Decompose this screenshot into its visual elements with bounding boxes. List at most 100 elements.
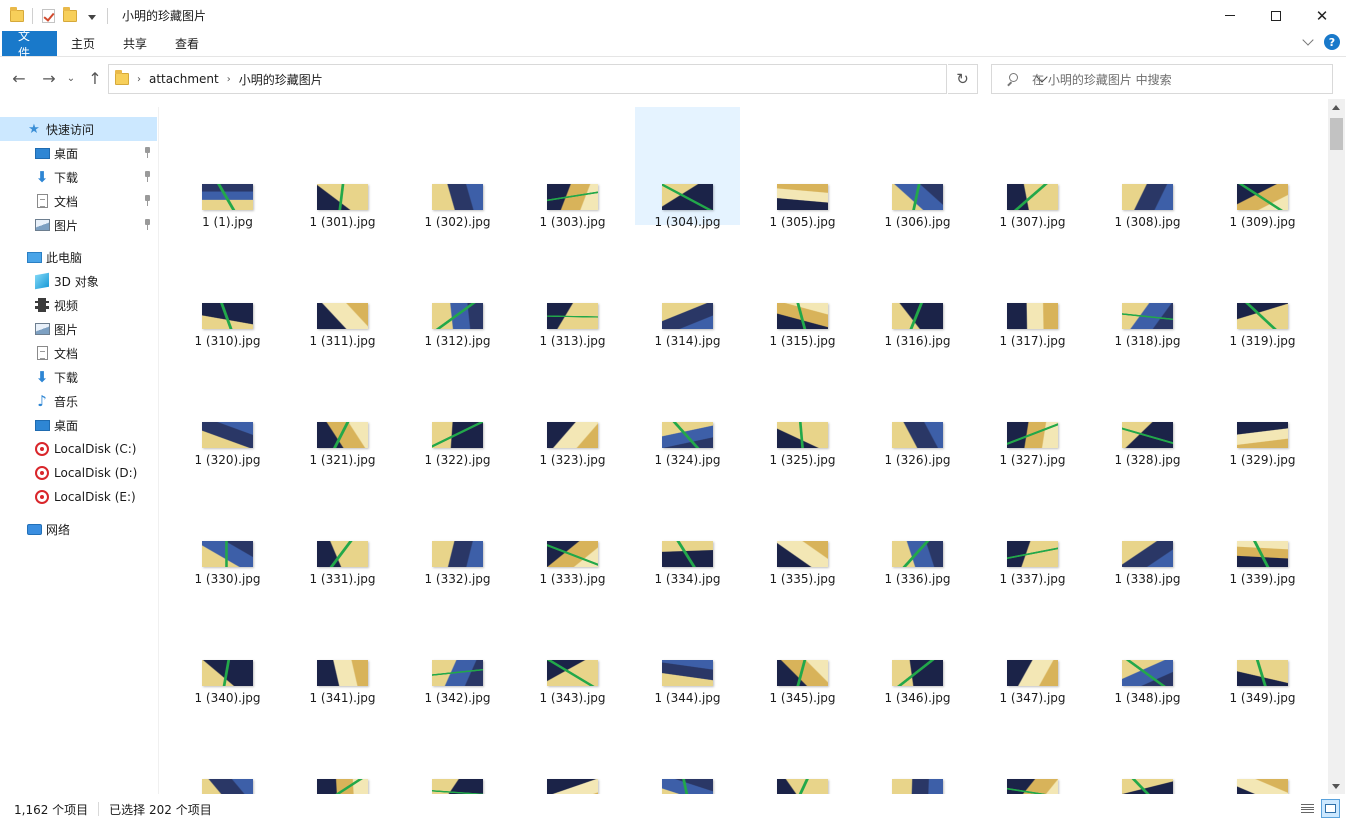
- pin-icon[interactable]: [143, 195, 153, 207]
- nav-disk-c[interactable]: LocalDisk (C:): [0, 437, 157, 461]
- file-item[interactable]: 1 (310).jpg: [175, 226, 280, 348]
- file-item[interactable]: 1 (328).jpg: [1095, 345, 1200, 467]
- scroll-down-icon[interactable]: [1332, 784, 1340, 789]
- minimize-button[interactable]: [1207, 0, 1253, 31]
- file-item[interactable]: 1 (312).jpg: [405, 226, 510, 348]
- file-item[interactable]: 1 (305).jpg: [750, 107, 855, 229]
- file-item[interactable]: 1 (349).jpg: [1210, 583, 1315, 705]
- close-button[interactable]: ✕: [1299, 0, 1345, 31]
- file-item[interactable]: [405, 702, 510, 794]
- file-item[interactable]: 1 (327).jpg: [980, 345, 1085, 467]
- nav-pinned-pictures[interactable]: 图片: [0, 213, 157, 237]
- file-item[interactable]: 1 (341).jpg: [290, 583, 395, 705]
- nav-videos[interactable]: 视频: [0, 293, 157, 317]
- file-item[interactable]: 1 (346).jpg: [865, 583, 970, 705]
- file-item[interactable]: 1 (320).jpg: [175, 345, 280, 467]
- file-item[interactable]: 1 (318).jpg: [1095, 226, 1200, 348]
- nav-pinned-documents[interactable]: 文档: [0, 189, 157, 213]
- file-item[interactable]: 1 (313).jpg: [520, 226, 625, 348]
- file-item[interactable]: [290, 702, 395, 794]
- file-item[interactable]: 1 (336).jpg: [865, 464, 970, 586]
- help-icon[interactable]: ?: [1324, 34, 1340, 50]
- file-item[interactable]: 1 (301).jpg: [290, 107, 395, 229]
- file-item[interactable]: 1 (302).jpg: [405, 107, 510, 229]
- file-item[interactable]: 1 (304).jpg: [635, 107, 740, 229]
- file-item[interactable]: 1 (331).jpg: [290, 464, 395, 586]
- details-view-icon[interactable]: [1299, 800, 1316, 817]
- back-button[interactable]: ←: [8, 67, 30, 89]
- vertical-scrollbar[interactable]: [1328, 99, 1345, 794]
- file-item[interactable]: 1 (1).jpg: [175, 107, 280, 229]
- file-item[interactable]: 1 (339).jpg: [1210, 464, 1315, 586]
- file-item[interactable]: [1210, 702, 1315, 794]
- large-icons-view-icon[interactable]: [1321, 799, 1340, 818]
- nav-quick-access[interactable]: ★ 快速访问: [0, 117, 157, 141]
- expand-ribbon-button[interactable]: [1300, 34, 1316, 50]
- nav-3d-objects[interactable]: 3D 对象: [0, 269, 157, 293]
- up-button[interactable]: ↑: [84, 67, 106, 89]
- file-item[interactable]: 1 (316).jpg: [865, 226, 970, 348]
- file-item[interactable]: 1 (344).jpg: [635, 583, 740, 705]
- nav-disk-e[interactable]: LocalDisk (E:): [0, 485, 157, 509]
- file-item[interactable]: 1 (309).jpg: [1210, 107, 1315, 229]
- folder-icon[interactable]: [8, 6, 26, 25]
- nav-music[interactable]: ♪ 音乐: [0, 389, 157, 413]
- file-item[interactable]: 1 (306).jpg: [865, 107, 970, 229]
- file-item[interactable]: 1 (307).jpg: [980, 107, 1085, 229]
- nav-downloads[interactable]: ⬇ 下载: [0, 365, 157, 389]
- tab-home[interactable]: 主页: [57, 31, 109, 56]
- properties-check-icon[interactable]: [39, 7, 57, 25]
- file-item[interactable]: 1 (332).jpg: [405, 464, 510, 586]
- file-item[interactable]: 1 (342).jpg: [405, 583, 510, 705]
- new-folder-icon[interactable]: [61, 6, 79, 25]
- file-item[interactable]: 1 (333).jpg: [520, 464, 625, 586]
- file-item[interactable]: 1 (347).jpg: [980, 583, 1085, 705]
- chevron-right-icon[interactable]: ›: [137, 74, 141, 85]
- tab-file[interactable]: 文件: [2, 29, 57, 60]
- nav-desktop[interactable]: 桌面: [0, 413, 157, 437]
- nav-pictures[interactable]: 图片: [0, 317, 157, 341]
- pin-icon[interactable]: [143, 219, 153, 231]
- file-item[interactable]: 1 (322).jpg: [405, 345, 510, 467]
- file-item[interactable]: 1 (345).jpg: [750, 583, 855, 705]
- file-item[interactable]: [520, 702, 625, 794]
- file-item[interactable]: 1 (317).jpg: [980, 226, 1085, 348]
- maximize-button[interactable]: [1253, 0, 1299, 31]
- forward-button[interactable]: →: [38, 67, 60, 89]
- file-item[interactable]: 1 (324).jpg: [635, 345, 740, 467]
- nav-pinned-desktop[interactable]: 桌面: [0, 141, 157, 165]
- file-item[interactable]: 1 (303).jpg: [520, 107, 625, 229]
- search-input[interactable]: 在 小明的珍藏图片 中搜索: [991, 64, 1333, 94]
- file-item[interactable]: 1 (319).jpg: [1210, 226, 1315, 348]
- nav-disk-d[interactable]: LocalDisk (D:): [0, 461, 157, 485]
- recent-locations-button[interactable]: ⌄: [64, 67, 78, 89]
- tab-view[interactable]: 查看: [161, 31, 213, 56]
- file-item[interactable]: 1 (329).jpg: [1210, 345, 1315, 467]
- file-item[interactable]: 1 (343).jpg: [520, 583, 625, 705]
- file-item[interactable]: 1 (308).jpg: [1095, 107, 1200, 229]
- pin-icon[interactable]: [143, 147, 153, 159]
- nav-this-pc[interactable]: 此电脑: [0, 245, 157, 269]
- tab-share[interactable]: 共享: [109, 31, 161, 56]
- file-item[interactable]: [635, 702, 740, 794]
- file-item[interactable]: 1 (337).jpg: [980, 464, 1085, 586]
- file-item[interactable]: 1 (348).jpg: [1095, 583, 1200, 705]
- nav-documents[interactable]: 文档: [0, 341, 157, 365]
- file-item[interactable]: [1095, 702, 1200, 794]
- file-item[interactable]: 1 (334).jpg: [635, 464, 740, 586]
- breadcrumb-current-folder[interactable]: 小明的珍藏图片: [239, 71, 323, 88]
- scroll-thumb[interactable]: [1330, 118, 1343, 150]
- file-item[interactable]: 1 (330).jpg: [175, 464, 280, 586]
- nav-network[interactable]: 网络: [0, 517, 157, 541]
- file-item[interactable]: [865, 702, 970, 794]
- file-item[interactable]: 1 (323).jpg: [520, 345, 625, 467]
- file-item[interactable]: 1 (335).jpg: [750, 464, 855, 586]
- file-item[interactable]: 1 (325).jpg: [750, 345, 855, 467]
- refresh-button[interactable]: ↻: [948, 64, 978, 94]
- file-item[interactable]: [750, 702, 855, 794]
- scroll-up-icon[interactable]: [1332, 105, 1340, 110]
- file-item[interactable]: 1 (315).jpg: [750, 226, 855, 348]
- file-item[interactable]: [175, 702, 280, 794]
- file-item[interactable]: 1 (326).jpg: [865, 345, 970, 467]
- customize-toolbar-dropdown-icon[interactable]: [83, 7, 101, 25]
